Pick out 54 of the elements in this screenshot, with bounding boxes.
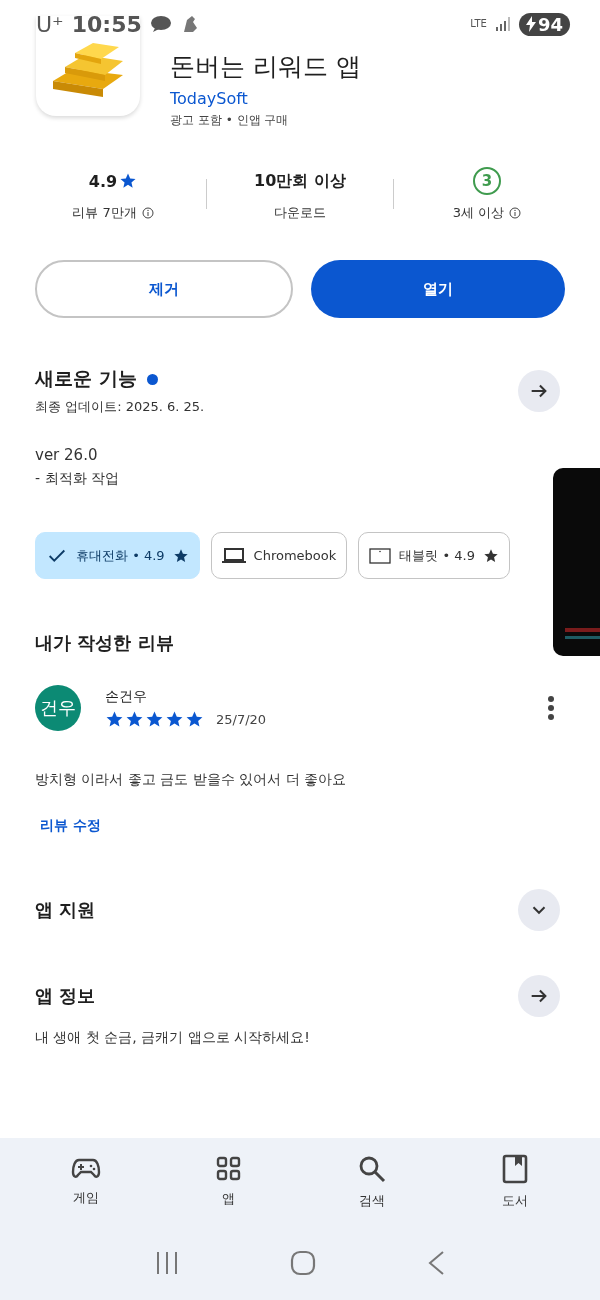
section-title: 새로운 기능 (35, 366, 137, 391)
developer-link[interactable]: TodaySoft (170, 89, 361, 108)
apps-icon (215, 1156, 242, 1182)
nav-tab[interactable]: 앱 (188, 1156, 269, 1208)
nav-tab[interactable]: 검색 (331, 1154, 412, 1210)
stat-label: 3세 이상 (452, 204, 505, 222)
home-icon[interactable] (290, 1250, 316, 1276)
stat-value: 4.9 (88, 171, 118, 191)
recents-icon[interactable] (155, 1251, 180, 1275)
edit-review-link[interactable]: 리뷰 수정 (0, 817, 141, 835)
more-icon[interactable] (547, 696, 555, 720)
version-text: ver 26.0 (34, 446, 99, 464)
arrow-button[interactable] (518, 370, 560, 412)
star-icon (482, 547, 499, 564)
back-icon[interactable] (426, 1250, 445, 1276)
review-text: 방치형 이라서 좋고 금도 받을수 있어서 더 좋아요 (34, 771, 348, 789)
chat-icon (149, 15, 172, 33)
tablet-icon (369, 546, 392, 565)
section-title: 앱 지원 (35, 898, 96, 922)
info-icon[interactable] (141, 207, 154, 219)
section-title: 앱 정보 (35, 984, 96, 1008)
laptop-icon (221, 545, 246, 566)
gamepad-icon (70, 1157, 101, 1181)
carrier-label: U⁺ (36, 11, 64, 37)
app-title: 돈버는 리워드 앱 (170, 51, 361, 83)
nav-tab[interactable]: 도서 (474, 1154, 555, 1210)
app-notes: 광고 포함 • 인앱 구매 (170, 112, 290, 129)
arrow-button[interactable] (518, 975, 560, 1017)
app-icon (36, 16, 140, 116)
device-chip[interactable]: 태블릿 • 4.9 (358, 532, 510, 579)
section-title: 내가 작성한 리뷰 (34, 631, 175, 655)
avatar: 건우 (35, 685, 81, 731)
battery-indicator: 94 (518, 12, 570, 36)
signal-icon (494, 16, 511, 32)
stat-label: 리뷰 7만개 (72, 204, 137, 222)
reviewer-name: 손건우 (105, 687, 148, 706)
star-icon (119, 172, 138, 190)
clock: 10:55 (71, 11, 142, 37)
release-notes: - 최적화 작업 (34, 470, 120, 488)
age-badge: 3 (473, 167, 501, 195)
uninstall-button[interactable]: 제거 (35, 260, 293, 318)
device-chip[interactable]: 휴대전화 • 4.9 (35, 532, 200, 579)
nav-tab[interactable]: 게임 (45, 1157, 126, 1207)
review-date: 25/7/20 (216, 711, 267, 727)
info-icon[interactable] (509, 207, 522, 219)
stat-label: 다운로드 (274, 204, 326, 222)
star-icon (172, 547, 189, 564)
book-icon (501, 1154, 528, 1184)
network-label: LTE (470, 19, 487, 29)
update-date: 최종 업데이트: 2025. 6. 25. (35, 398, 206, 416)
open-button[interactable]: 열기 (311, 260, 565, 318)
device-chip[interactable]: Chromebook (210, 532, 348, 579)
stat-value: 10만회 이상 (254, 170, 346, 192)
app-description: 내 생애 첫 순금, 금캐기 앱으로 시작하세요! (34, 1029, 311, 1047)
